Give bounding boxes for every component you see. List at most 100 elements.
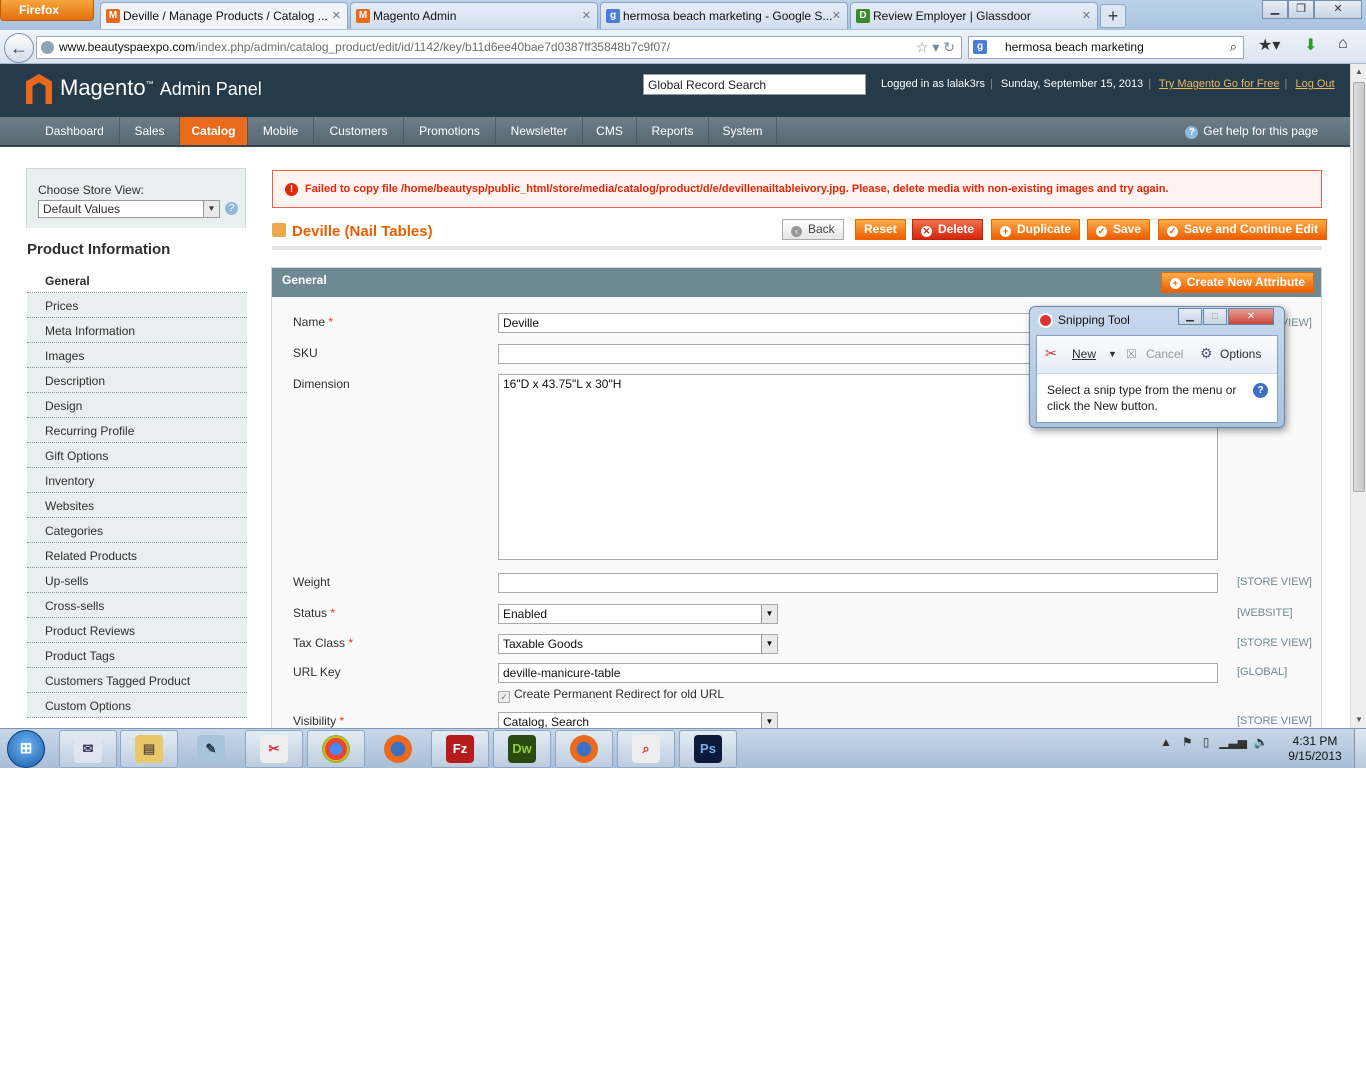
google-search-icon[interactable]: g [973, 40, 987, 54]
store-view-select[interactable]: Default Values ▼ [38, 200, 220, 218]
tab-magento-admin[interactable]: M Magento Admin ✕ [350, 2, 598, 29]
search-icon[interactable]: ⌕ [1230, 39, 1237, 55]
chrome-icon[interactable] [307, 730, 365, 768]
scroll-up-icon[interactable]: ▲ [1351, 64, 1366, 80]
cancel-button[interactable]: Cancel [1146, 347, 1183, 361]
tab-categories[interactable]: Categories [27, 518, 247, 543]
permanent-redirect-checkbox[interactable]: ✓ Create Permanent Redirect for old URL [498, 687, 724, 703]
nav-reports[interactable]: Reports [637, 117, 709, 145]
bookmark-star-icon[interactable]: ☆ ▾ ↻ [916, 39, 955, 56]
help-icon[interactable]: ? [1253, 383, 1268, 398]
back-arrow-icon[interactable]: ← [4, 33, 34, 63]
search-input[interactable]: g hermosa beach marketing ⌕ [968, 36, 1244, 59]
filezilla-icon[interactable]: Fz [431, 730, 489, 768]
tab-images[interactable]: Images [27, 343, 247, 368]
reset-button[interactable]: Reset [855, 219, 906, 240]
nav-sales[interactable]: Sales [120, 117, 180, 145]
snipping-icon[interactable]: ✂ [245, 730, 303, 768]
minimize-button[interactable]: ▁ [1262, 0, 1288, 19]
maximize-button[interactable]: □ [1203, 308, 1227, 325]
url-bar[interactable]: www.beautyspaexpo.com/index.php/admin/ca… [36, 36, 962, 59]
tab-deville[interactable]: M Deville / Manage Products / Catalog ..… [100, 2, 348, 29]
help-link[interactable]: ? Get help for this page [1185, 124, 1318, 139]
help-icon[interactable]: ? [225, 202, 238, 215]
weight-input[interactable] [498, 573, 1218, 593]
logout-link[interactable]: Log Out [1295, 78, 1334, 90]
tab-google-search[interactable]: g hermosa beach marketing - Google S... … [600, 2, 848, 29]
close-icon[interactable]: ✕ [832, 9, 841, 22]
close-icon[interactable]: ✕ [1082, 9, 1091, 22]
tab-recurring-profile[interactable]: Recurring Profile [27, 418, 247, 443]
notepad-icon[interactable]: ✎ [182, 730, 240, 768]
dropdown-arrow-icon[interactable]: ▼ [1108, 349, 1117, 359]
firefox-icon[interactable] [369, 730, 427, 768]
tab-general[interactable]: General [27, 268, 247, 293]
back-button[interactable]: ‹ Back [782, 219, 844, 240]
network-signal-icon[interactable]: ▁▃▅ [1219, 735, 1247, 749]
nav-catalog[interactable]: Catalog [180, 117, 248, 145]
global-record-search-input[interactable]: Global Record Search [643, 74, 866, 95]
restore-button[interactable]: ❐ [1288, 0, 1314, 19]
tab-websites[interactable]: Websites [27, 493, 247, 518]
nav-newsletter[interactable]: Newsletter [496, 117, 583, 145]
tab-cross-sells[interactable]: Cross-sells [27, 593, 247, 618]
magento-logo[interactable]: Magento™ Admin Panel [26, 74, 262, 104]
tax-class-select[interactable]: Taxable Goods ▼ [498, 634, 778, 654]
show-hidden-icons-icon[interactable]: ▲ [1160, 735, 1172, 749]
nav-customers[interactable]: Customers [314, 117, 404, 145]
options-button[interactable]: Options [1220, 347, 1261, 361]
close-icon[interactable]: ✕ [582, 9, 591, 22]
bookmarks-icon[interactable]: ★▾ [1258, 35, 1280, 55]
photoshop-icon[interactable]: Ps [679, 730, 737, 768]
outlook-icon[interactable]: ✉ [59, 730, 117, 768]
home-icon[interactable]: ⌂ [1338, 35, 1348, 53]
scroll-down-icon[interactable]: ▼ [1351, 712, 1366, 728]
tab-description[interactable]: Description [27, 368, 247, 393]
volume-icon[interactable]: 🔈 [1254, 735, 1269, 749]
window-close-button[interactable]: ✕ [1314, 0, 1362, 19]
tab-design[interactable]: Design [27, 393, 247, 418]
tab-meta-information[interactable]: Meta Information [27, 318, 247, 343]
clock[interactable]: 4:31 PM 9/15/2013 [1280, 734, 1350, 764]
duplicate-button[interactable]: + Duplicate [991, 219, 1081, 240]
tab-prices[interactable]: Prices [27, 293, 247, 318]
delete-button[interactable]: ✕ Delete [912, 219, 984, 240]
tab-inventory[interactable]: Inventory [27, 468, 247, 493]
explorer-icon[interactable]: ▤ [120, 730, 178, 768]
magnifier-icon[interactable]: ⌕ [617, 730, 675, 768]
battery-icon[interactable]: ▯ [1203, 735, 1210, 749]
minimize-button[interactable]: ▁ [1178, 308, 1202, 325]
tab-product-reviews[interactable]: Product Reviews [27, 618, 247, 643]
tab-product-tags[interactable]: Product Tags [27, 643, 247, 668]
visibility-select[interactable]: Catalog, Search ▼ [498, 712, 778, 729]
close-button[interactable]: ✕ [1228, 308, 1274, 325]
close-icon[interactable]: ✕ [332, 9, 341, 22]
nav-dashboard[interactable]: Dashboard [30, 117, 120, 145]
tab-custom-options[interactable]: Custom Options [27, 693, 247, 718]
try-magento-go-link[interactable]: Try Magento Go for Free [1159, 78, 1280, 90]
create-new-attribute-button[interactable]: + Create New Attribute [1160, 272, 1314, 293]
scrollbar-thumb[interactable] [1353, 82, 1365, 492]
new-tab-button[interactable]: + [1100, 4, 1126, 28]
tab-up-sells[interactable]: Up-sells [27, 568, 247, 593]
url-key-input[interactable]: deville-manicure-table [498, 663, 1218, 683]
start-button[interactable]: ⊞ [7, 730, 45, 768]
nav-promotions[interactable]: Promotions [404, 117, 496, 145]
show-desktop-button[interactable] [1354, 729, 1366, 768]
tab-customers-tagged-product[interactable]: Customers Tagged Product [27, 668, 247, 693]
firefox-menu-button[interactable]: Firefox [0, 0, 94, 21]
nav-mobile[interactable]: Mobile [248, 117, 314, 145]
download-arrow-icon[interactable]: ⬇ [1304, 35, 1317, 55]
tab-glassdoor[interactable]: D Review Employer | Glassdoor ✕ [850, 2, 1098, 29]
nav-cms[interactable]: CMS [583, 117, 637, 145]
firefox-icon[interactable] [555, 730, 613, 768]
nav-system[interactable]: System [709, 117, 777, 145]
tab-related-products[interactable]: Related Products [27, 543, 247, 568]
action-center-icon[interactable]: ⚑ [1182, 735, 1193, 749]
vertical-scrollbar[interactable]: ▲ ▼ [1350, 64, 1366, 728]
dreamweaver-icon[interactable]: Dw [493, 730, 551, 768]
save-button[interactable]: ✓ Save [1087, 219, 1151, 240]
new-snip-button[interactable]: New [1072, 347, 1096, 361]
save-and-continue-button[interactable]: ✓ Save and Continue Edit [1158, 219, 1328, 240]
status-select[interactable]: Enabled ▼ [498, 604, 778, 624]
